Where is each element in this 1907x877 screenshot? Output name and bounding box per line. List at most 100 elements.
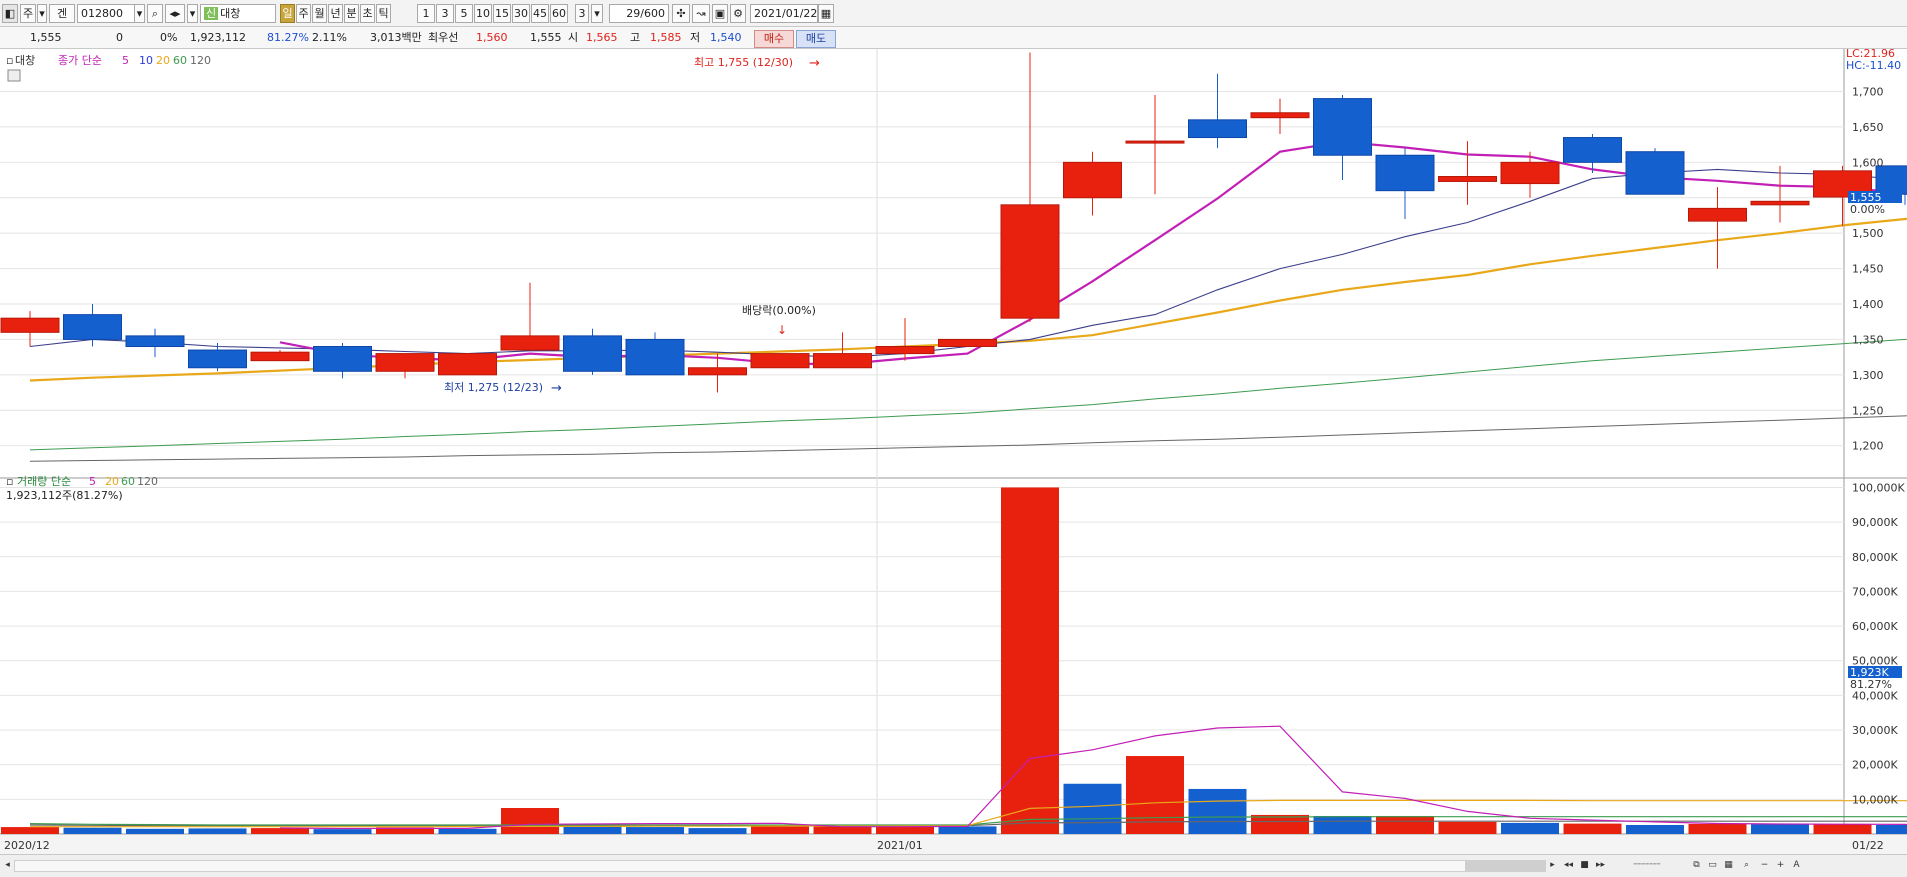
- stock-code-input[interactable]: 012800: [77, 4, 135, 23]
- scroll-left-icon[interactable]: ◂: [1, 859, 14, 872]
- period-tab[interactable]: 분: [344, 4, 359, 23]
- buy-button[interactable]: 매수: [754, 30, 794, 48]
- volume-tick-label: 70,000K: [1852, 585, 1898, 598]
- price-tick-label: 1,400: [1852, 298, 1884, 311]
- volume-legend-label: 거래량 단순: [17, 475, 71, 488]
- interval-tab[interactable]: 15: [493, 4, 511, 23]
- split-icon[interactable]: ▭: [1706, 859, 1719, 872]
- stock-name-field[interactable]: 신 대창: [200, 4, 276, 23]
- volume-bar: [751, 826, 809, 834]
- search-icon[interactable]: ⌕: [147, 4, 163, 23]
- layout-icon[interactable]: ◧: [2, 4, 18, 23]
- candle-body: [375, 353, 435, 372]
- history-dropdown-icon[interactable]: ▾: [187, 4, 198, 23]
- candle-body: [875, 346, 935, 355]
- quote-price: 1,555: [30, 31, 62, 44]
- play-icon[interactable]: ▸: [1546, 859, 1559, 872]
- stock-code-dropdown-icon[interactable]: ▾: [134, 4, 145, 23]
- market-label: 주: [22, 7, 34, 20]
- candle-body: [625, 338, 685, 376]
- zoom-in-icon[interactable]: +: [1774, 859, 1787, 872]
- compare-icon[interactable]: ↝: [692, 4, 710, 23]
- candle-body: [563, 335, 622, 372]
- gear-icon[interactable]: ⚙: [730, 4, 746, 23]
- interval-tab[interactable]: 1: [417, 4, 435, 23]
- quote-bar: 1,555 0 0% 1,923,112 81.27% 2.11% 3,013백…: [0, 27, 1907, 49]
- chart-scrollbar[interactable]: ◂ ▸ ◂◂ ■ ▸▸ ┈┈┈┈┈ ⧉ ▭ ▦ ⌕ − + A: [0, 854, 1907, 877]
- quote-change: 0: [116, 31, 123, 44]
- period-tab[interactable]: 초: [360, 4, 375, 23]
- custom-interval-value[interactable]: 3: [575, 4, 589, 23]
- market-dropdown-icon[interactable]: ▾: [37, 4, 47, 23]
- save-icon[interactable]: ▣: [712, 4, 728, 23]
- period-tab[interactable]: 주: [296, 4, 311, 23]
- interval-tab[interactable]: 45: [531, 4, 549, 23]
- prev-stock-icon[interactable]: ◂▸: [165, 4, 185, 23]
- scroll-thumb[interactable]: [1466, 860, 1546, 872]
- high-value: 1,585: [650, 31, 682, 44]
- x-axis-band: [0, 835, 1907, 854]
- price-legend-name: 대창: [15, 54, 35, 67]
- volume-tick-label: 10,000K: [1852, 793, 1898, 806]
- interval-tab[interactable]: 30: [512, 4, 530, 23]
- date-input[interactable]: 2021/01/22: [750, 4, 818, 23]
- copy-icon[interactable]: ⧉: [1690, 859, 1703, 872]
- rewind-icon[interactable]: ◂◂: [1562, 859, 1575, 872]
- calendar-icon[interactable]: ▦: [818, 4, 834, 23]
- price-legend-marker: ▫: [6, 54, 13, 67]
- volume-bar: [1063, 783, 1122, 834]
- zoom-out-icon[interactable]: −: [1758, 859, 1771, 872]
- settings-chart-icon[interactable]: ✣: [672, 4, 690, 23]
- candle-body: [1688, 207, 1747, 222]
- interval-dropdown-icon[interactable]: ▾: [591, 4, 603, 23]
- quote-volume: 1,923,112: [190, 31, 246, 44]
- x-label-2021-01: 2021/01: [877, 839, 923, 852]
- stock-code-value: 012800: [81, 7, 123, 20]
- count-field[interactable]: 29/600: [609, 4, 669, 23]
- interval-tab[interactable]: 10: [474, 4, 492, 23]
- stock-type-button[interactable]: 겐: [49, 4, 75, 23]
- speed-slider[interactable]: ┈┈┈┈┈: [1612, 859, 1682, 872]
- low-arrow-icon: →: [551, 381, 562, 396]
- price-tick-label: 1,450: [1852, 263, 1884, 276]
- current-volume-pct: 81.27%: [1850, 678, 1892, 691]
- period-tab[interactable]: 일: [280, 4, 295, 23]
- period-tab[interactable]: 월: [312, 4, 327, 23]
- volume-tick-label: 80,000K: [1852, 551, 1898, 564]
- zoom-icon[interactable]: ⌕: [1740, 859, 1753, 872]
- period-tab[interactable]: 틱: [376, 4, 391, 23]
- volume-bar: [1, 827, 59, 834]
- x-label-last: 01/22: [1852, 839, 1884, 852]
- price-tick-label: 1,300: [1852, 369, 1884, 382]
- price-tick-label: 1,500: [1852, 227, 1884, 240]
- volume-bar: [938, 826, 997, 834]
- candle-body: [63, 314, 122, 340]
- volume-tick-label: 60,000K: [1852, 620, 1898, 633]
- quote-volume-ratio: 81.27%: [267, 31, 309, 44]
- interval-tab[interactable]: 5: [455, 4, 473, 23]
- scroll-track[interactable]: [14, 860, 1466, 872]
- sell-button[interactable]: 매도: [796, 30, 836, 48]
- date-value: 2021/01/22: [754, 7, 818, 20]
- stop-icon[interactable]: ■: [1578, 859, 1591, 872]
- high-annotation: 최고 1,755 (12/30): [694, 56, 793, 69]
- grid-icon[interactable]: ▦: [1722, 859, 1735, 872]
- font-icon[interactable]: A: [1790, 859, 1803, 872]
- candle-body: [1875, 165, 1907, 195]
- low-annotation: 최저 1,275 (12/23): [444, 381, 543, 394]
- interval-tab[interactable]: 3: [436, 4, 454, 23]
- volume-bar: [313, 829, 372, 834]
- period-tab[interactable]: 년: [328, 4, 343, 23]
- candle-body: [750, 353, 810, 369]
- forward-icon[interactable]: ▸▸: [1594, 859, 1607, 872]
- volume-bar: [1626, 824, 1684, 834]
- candle-body: [500, 335, 560, 351]
- table-toggle-icon[interactable]: [7, 69, 21, 82]
- candle-body: [1188, 119, 1247, 139]
- interval-tab[interactable]: 60: [550, 4, 568, 23]
- candle-body: [1375, 154, 1435, 192]
- stock-chart: 1,2001,2501,3001,3501,4001,4501,5001,550…: [0, 49, 1907, 854]
- price-legend-ma-5: 5: [122, 54, 129, 67]
- market-select[interactable]: 주: [20, 4, 36, 23]
- price-tick-label: 1,350: [1852, 333, 1884, 346]
